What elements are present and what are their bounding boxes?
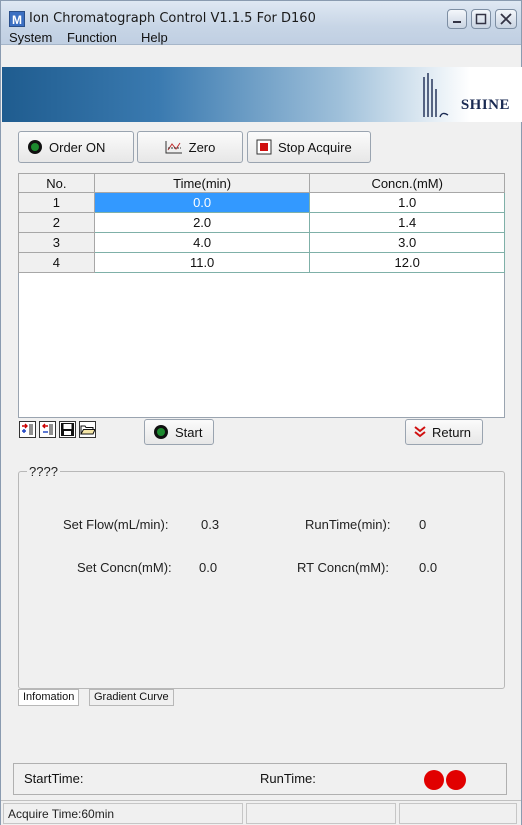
order-on-label: Order ON bbox=[49, 139, 106, 155]
brand-logo-text: SHINE bbox=[460, 97, 510, 113]
zero-chart-icon bbox=[165, 141, 182, 154]
run-status-row: StartTime: RunTime: bbox=[13, 763, 507, 795]
column-header-no[interactable]: No. bbox=[18, 173, 95, 193]
stop-acquire-label: Stop Acquire bbox=[278, 139, 352, 155]
minimize-button[interactable] bbox=[447, 9, 467, 29]
minimize-icon bbox=[453, 21, 461, 23]
time-cell[interactable]: 4.0 bbox=[93, 232, 311, 253]
row-number: 1 bbox=[18, 192, 95, 213]
row-number: 2 bbox=[18, 212, 95, 233]
open-file-button[interactable] bbox=[79, 421, 96, 438]
return-label: Return bbox=[432, 424, 472, 440]
gradient-table: No. Time(min) Concn.(mM) 1 0.0 1.0 2 2.0… bbox=[18, 173, 505, 418]
zero-button[interactable]: Zero bbox=[137, 131, 243, 163]
set-concn-value: 0.0 bbox=[199, 560, 218, 575]
insert-row-icon bbox=[22, 423, 33, 435]
status-led-1 bbox=[424, 770, 444, 790]
status-led-2 bbox=[446, 770, 466, 790]
concn-cell[interactable]: 3.0 bbox=[309, 232, 505, 253]
status-pane-3 bbox=[399, 803, 517, 824]
close-icon bbox=[500, 13, 512, 25]
table-row[interactable]: 1 0.0 1.0 bbox=[18, 192, 505, 213]
delete-row-icon bbox=[42, 423, 53, 435]
set-flow-value: 0.3 bbox=[201, 517, 220, 532]
concn-cell[interactable]: 1.4 bbox=[309, 212, 505, 233]
column-header-concn[interactable]: Concn.(mM) bbox=[309, 173, 505, 193]
rt-concn-value: 0.0 bbox=[419, 560, 438, 575]
app-icon: M bbox=[9, 11, 25, 27]
time-cell[interactable]: 0.0 bbox=[93, 192, 311, 213]
acquire-time-pane: Acquire Time:60min bbox=[3, 803, 243, 824]
stop-icon bbox=[256, 139, 272, 155]
delete-row-button[interactable] bbox=[39, 421, 56, 438]
run-time-label: RunTime: bbox=[260, 771, 316, 786]
time-cell[interactable]: 11.0 bbox=[93, 252, 311, 273]
runtime-label: RunTime(min): bbox=[305, 517, 391, 532]
concn-cell[interactable]: 12.0 bbox=[309, 252, 505, 273]
close-button[interactable] bbox=[495, 9, 517, 29]
save-button[interactable] bbox=[59, 421, 76, 438]
tab-gradient-curve[interactable]: Gradient Curve bbox=[89, 689, 174, 706]
table-row[interactable]: 2 2.0 1.4 bbox=[18, 212, 505, 233]
window-title: Ion Chromatograph Control V1.1.5 For D16… bbox=[29, 11, 316, 26]
indicator-light-icon bbox=[28, 140, 42, 154]
panel-legend: ???? bbox=[27, 464, 60, 479]
indicator-light-icon bbox=[154, 425, 168, 439]
menu-bar: System Function Help bbox=[1, 29, 521, 47]
start-button[interactable]: Start bbox=[144, 419, 214, 445]
start-label: Start bbox=[175, 424, 203, 440]
table-header-row: No. Time(min) Concn.(mM) bbox=[18, 173, 505, 193]
table-row[interactable]: 3 4.0 3.0 bbox=[18, 232, 505, 253]
order-on-button[interactable]: Order ON bbox=[18, 131, 134, 163]
maximize-icon bbox=[475, 13, 487, 25]
row-number: 4 bbox=[18, 252, 95, 273]
row-number: 3 bbox=[18, 232, 95, 253]
menu-help[interactable]: Help bbox=[141, 30, 168, 45]
runtime-value: 0 bbox=[419, 517, 427, 532]
insert-row-button[interactable] bbox=[19, 421, 36, 438]
main-window: M Ion Chromatograph Control V1.1.5 For D… bbox=[0, 0, 522, 825]
status-bar: Acquire Time:60min bbox=[1, 800, 521, 825]
title-bar[interactable]: M Ion Chromatograph Control V1.1.5 For D… bbox=[1, 1, 521, 45]
zero-label: Zero bbox=[188, 139, 216, 155]
maximize-button[interactable] bbox=[471, 9, 491, 29]
set-concn-label: Set Concn(mM): bbox=[77, 560, 172, 575]
open-folder-icon bbox=[80, 425, 96, 435]
tab-information[interactable]: Infomation bbox=[18, 689, 80, 706]
time-cell[interactable]: 2.0 bbox=[93, 212, 311, 233]
information-panel: ???? Set Flow(mL/min): 0.3 RunTime(min):… bbox=[18, 464, 505, 689]
menu-function[interactable]: Function bbox=[67, 30, 117, 45]
menu-system[interactable]: System bbox=[9, 30, 52, 45]
status-pane-2 bbox=[246, 803, 396, 824]
start-time-label: StartTime: bbox=[24, 771, 84, 786]
rt-concn-label: RT Concn(mM): bbox=[297, 560, 389, 575]
save-icon bbox=[61, 423, 74, 436]
table-row[interactable]: 4 11.0 12.0 bbox=[18, 252, 505, 273]
set-flow-label: Set Flow(mL/min): bbox=[63, 517, 169, 532]
concn-cell[interactable]: 1.0 bbox=[309, 192, 505, 213]
shine-logo-icon bbox=[423, 73, 449, 118]
brand-banner: SHINE bbox=[2, 67, 522, 122]
column-header-time[interactable]: Time(min) bbox=[93, 173, 311, 193]
return-button[interactable]: Return bbox=[405, 419, 483, 445]
stop-acquire-button[interactable]: Stop Acquire bbox=[247, 131, 371, 163]
double-chevron-down-icon bbox=[414, 426, 426, 438]
